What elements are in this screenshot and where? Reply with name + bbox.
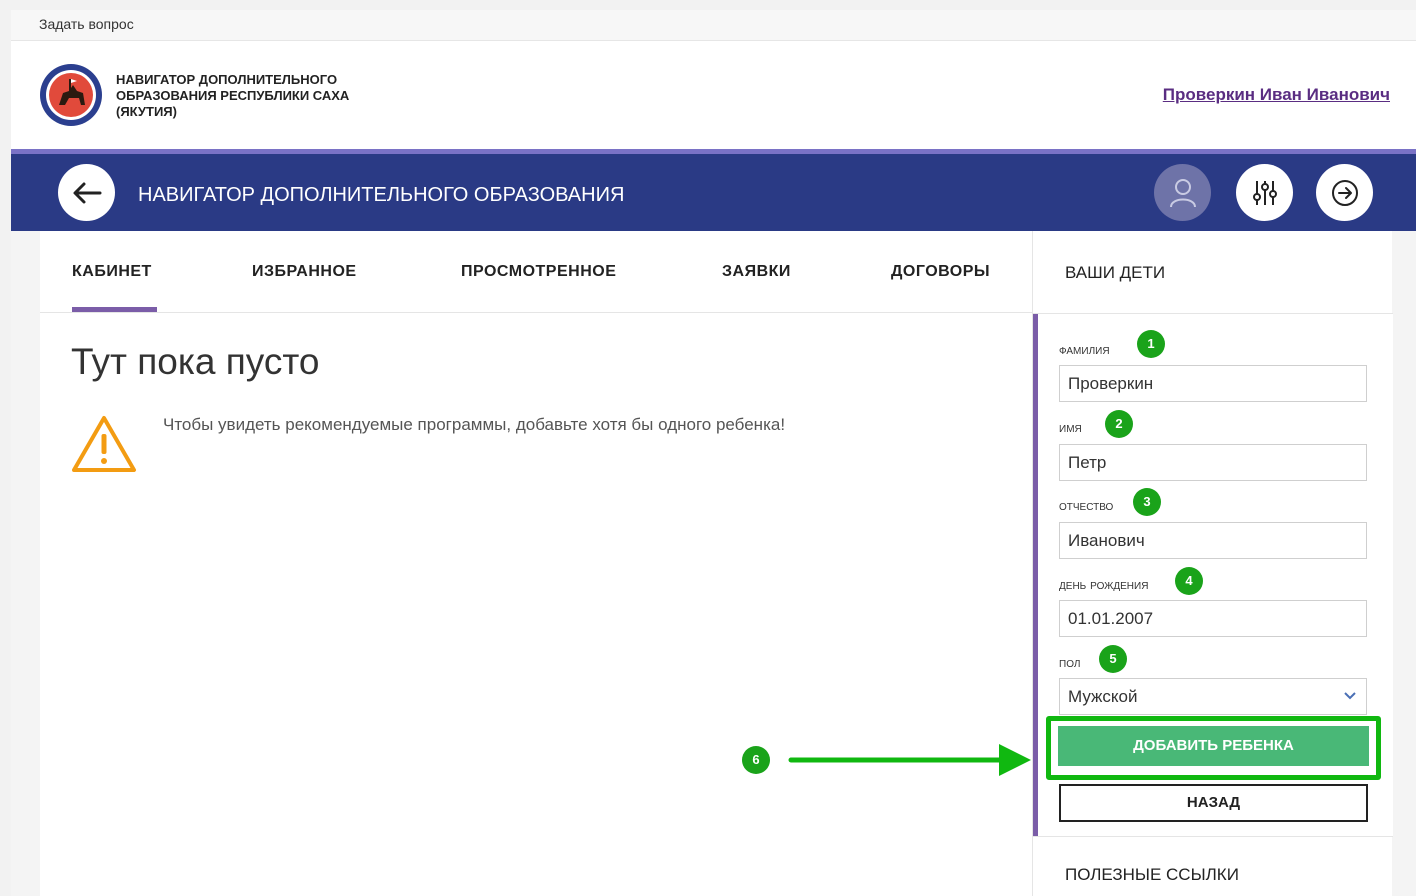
gender-select[interactable]: Мужской [1059,678,1367,715]
tab-contracts[interactable]: ДОГОВОРЫ [891,263,990,281]
filters-button[interactable] [1236,164,1293,221]
user-icon [1169,178,1196,207]
cabinet-tabs: КАБИНЕТ ИЗБРАННОЕ ПРОСМОТРЕННОЕ ЗАЯВКИ Д… [40,231,1032,313]
profile-button[interactable] [1154,164,1211,221]
children-sidebar: ВАШИ ДЕТИ фамилия 1 Проверкин имя 2 Петр… [1032,231,1393,896]
name-label: имя [1059,419,1082,435]
org-name: НАВИГАТОР ДОПОЛНИТЕЛЬНОГО ОБРАЗОВАНИЯ РЕ… [116,72,416,120]
org-name-line: НАВИГАТОР ДОПОЛНИТЕЛЬНОГО [116,72,338,87]
main-navbar: НАВИГАТОР ДОПОЛНИТЕЛЬНОГО ОБРАЗОВАНИЯ [11,149,1416,231]
top-bar: Задать вопрос [11,10,1416,41]
add-child-form: фамилия 1 Проверкин имя 2 Петр отчество … [1033,314,1393,836]
patronymic-input[interactable]: Иванович [1059,522,1367,559]
tab-cabinet[interactable]: КАБИНЕТ [72,263,152,281]
birthdate-label: день рождения [1059,576,1149,592]
user-profile-link[interactable]: Проверкин Иван Иванович [1163,85,1390,105]
empty-message: Чтобы увидеть рекомендуемые программы, д… [163,415,786,434]
empty-title: Тут пока пусто [71,341,320,382]
surname-input[interactable]: Проверкин [1059,365,1367,402]
back-form-button[interactable]: НАЗАД [1059,784,1368,822]
gender-label: пол [1059,654,1081,670]
warning-icon [72,416,136,472]
patronymic-label: отчество [1059,497,1114,513]
chevron-down-icon [1344,692,1356,700]
step-badge: 2 [1105,410,1133,438]
name-input[interactable]: Петр [1059,444,1367,481]
birthdate-input[interactable]: 01.01.2007 [1059,600,1367,637]
logout-button[interactable] [1316,164,1373,221]
ask-question-link[interactable]: Задать вопрос [39,16,134,32]
step-badge: 5 [1099,645,1127,673]
add-child-highlight: ДОБАВИТЬ РЕБЕНКА [1046,716,1381,780]
navbar-title: НАВИГАТОР ДОПОЛНИТЕЛЬНОГО ОБРАЗОВАНИЯ [138,184,625,206]
arrow-right-circle-icon [1331,179,1358,206]
step-badge: 4 [1175,567,1203,595]
sidebar-title: ВАШИ ДЕТИ [1065,263,1166,282]
sliders-icon [1252,180,1277,205]
arrow-left-icon [73,182,101,203]
step-badge: 1 [1137,330,1165,358]
emblem-logo-icon[interactable] [39,63,103,127]
cabinet-content: КАБИНЕТ ИЗБРАННОЕ ПРОСМОТРЕННОЕ ЗАЯВКИ Д… [40,231,1032,896]
tab-favorites[interactable]: ИЗБРАННОЕ [252,263,357,281]
step-badge: 6 [742,746,770,774]
surname-label: фамилия [1059,341,1110,357]
org-name-line: ОБРАЗОВАНИЯ РЕСПУБЛИКИ САХА [116,88,350,103]
useful-links-title: ПОЛЕЗНЫЕ ССЫЛКИ [1065,865,1239,884]
back-button[interactable] [58,164,115,221]
tab-applications[interactable]: ЗАЯВКИ [722,263,791,281]
step-badge: 3 [1133,488,1161,516]
site-header: НАВИГАТОР ДОПОЛНИТЕЛЬНОГО ОБРАЗОВАНИЯ РЕ… [11,41,1416,149]
org-name-line: (ЯКУТИЯ) [116,104,177,119]
add-child-button[interactable]: ДОБАВИТЬ РЕБЕНКА [1058,726,1369,766]
divider [1033,836,1393,837]
pointer-arrow-icon [788,744,1031,776]
tab-viewed[interactable]: ПРОСМОТРЕННОЕ [461,263,616,281]
page: Задать вопрос НАВИГАТОР ДОПОЛНИТЕЛЬНОГО … [11,10,1416,896]
gender-select-value: Мужской [1068,687,1138,706]
active-tab-indicator [72,307,157,312]
